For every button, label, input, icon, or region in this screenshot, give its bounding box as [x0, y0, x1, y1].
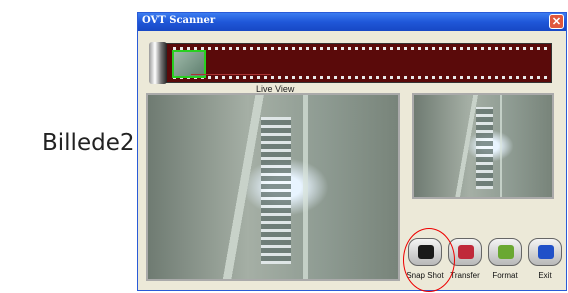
preview-image [414, 95, 552, 197]
live-view-panel [146, 93, 400, 281]
transfer-icon [458, 245, 474, 259]
image-caption: Billede2 [42, 130, 135, 156]
highlight-circle [403, 228, 455, 292]
snapshot-preview [412, 93, 554, 199]
film-perforations-top [173, 47, 547, 50]
title-bar[interactable]: OVT Scanner ✕ [138, 13, 566, 31]
format-button[interactable] [488, 238, 522, 266]
live-view-image [148, 95, 398, 279]
film-spool-icon [149, 42, 167, 84]
exit-button[interactable] [528, 238, 562, 266]
filmstrip[interactable] [149, 42, 552, 84]
film-perforations-bottom [173, 76, 547, 79]
format-icon [498, 245, 514, 259]
exit-label: Exit [538, 271, 552, 280]
scanner-window: OVT Scanner ✕ Live View Snap Shot Transf… [137, 12, 567, 292]
frame-ruler [191, 68, 271, 75]
close-button[interactable]: ✕ [549, 14, 564, 29]
window-title: OVT Scanner [142, 15, 216, 26]
exit-door-icon [538, 245, 554, 259]
